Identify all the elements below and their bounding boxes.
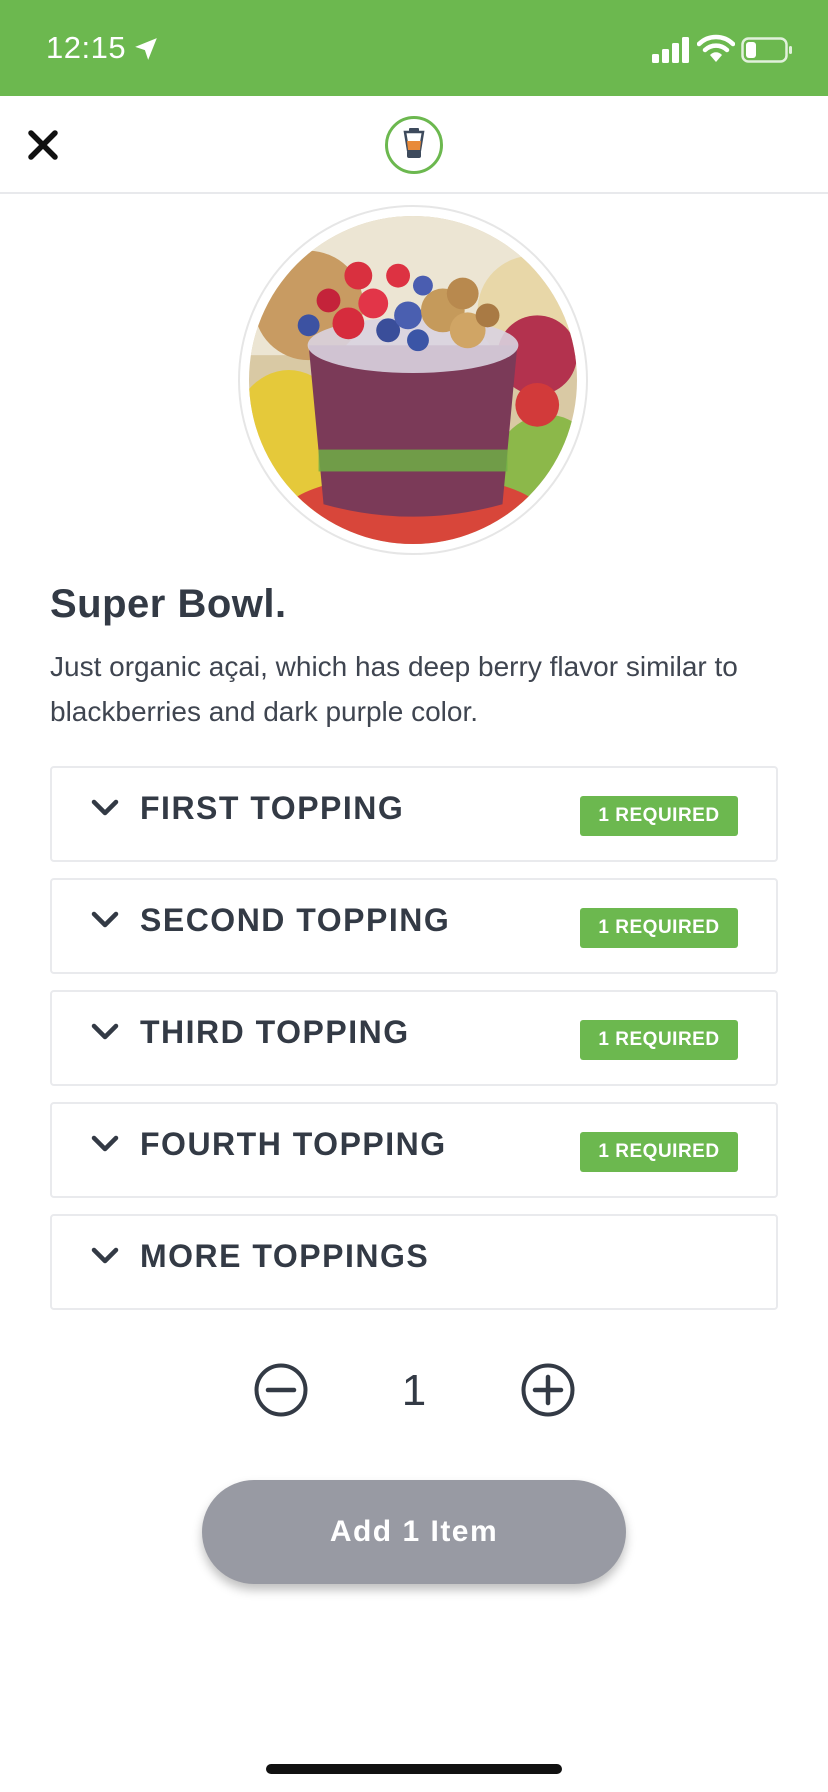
chevron-down-icon — [91, 911, 119, 928]
option-label: FOURTH TOPPING — [140, 1126, 447, 1162]
option-first-topping[interactable]: FIRST TOPPING 1 REQUIRED — [50, 766, 778, 862]
location-arrow-icon — [135, 38, 157, 60]
chevron-down-icon — [91, 1023, 119, 1040]
required-badge: 1 REQUIRED — [580, 796, 738, 836]
chevron-down-icon — [91, 799, 119, 816]
top-nav-header — [0, 96, 828, 194]
option-label: THIRD TOPPING — [140, 1014, 410, 1050]
plus-circle-icon[interactable] — [520, 1362, 576, 1418]
required-badge: 1 REQUIRED — [580, 1132, 738, 1172]
acai-bowl-photo — [249, 216, 577, 544]
blender-logo-icon — [385, 116, 443, 174]
minus-circle-icon[interactable] — [253, 1362, 309, 1418]
product-title: Super Bowl. — [50, 582, 287, 626]
home-indicator — [266, 1764, 562, 1774]
required-badge: 1 REQUIRED — [580, 1020, 738, 1060]
product-image — [238, 205, 588, 555]
option-label: SECOND TOPPING — [140, 902, 451, 938]
option-fourth-topping[interactable]: FOURTH TOPPING 1 REQUIRED — [50, 1102, 778, 1198]
add-item-button[interactable]: Add 1 Item — [202, 1480, 626, 1584]
quantity-stepper: 1 — [0, 1362, 828, 1418]
topping-options-list: FIRST TOPPING 1 REQUIRED SECOND TOPPING … — [50, 766, 778, 1326]
option-second-topping[interactable]: SECOND TOPPING 1 REQUIRED — [50, 878, 778, 974]
product-description: Just organic açai, which has deep berry … — [50, 651, 738, 727]
battery-icon — [741, 37, 792, 63]
chevron-down-icon — [91, 1135, 119, 1152]
quantity-value: 1 — [401, 1366, 427, 1415]
status-bar: 12:15 — [0, 0, 828, 96]
option-label: MORE TOPPINGS — [140, 1238, 430, 1274]
option-label: FIRST TOPPING — [140, 790, 405, 826]
wifi-icon — [697, 34, 735, 62]
option-third-topping[interactable]: THIRD TOPPING 1 REQUIRED — [50, 990, 778, 1086]
option-more-toppings[interactable]: MORE TOPPINGS — [50, 1214, 778, 1310]
status-time: 12:15 — [46, 30, 127, 65]
chevron-down-icon — [91, 1247, 119, 1264]
close-icon[interactable] — [26, 128, 60, 162]
required-badge: 1 REQUIRED — [580, 908, 738, 948]
